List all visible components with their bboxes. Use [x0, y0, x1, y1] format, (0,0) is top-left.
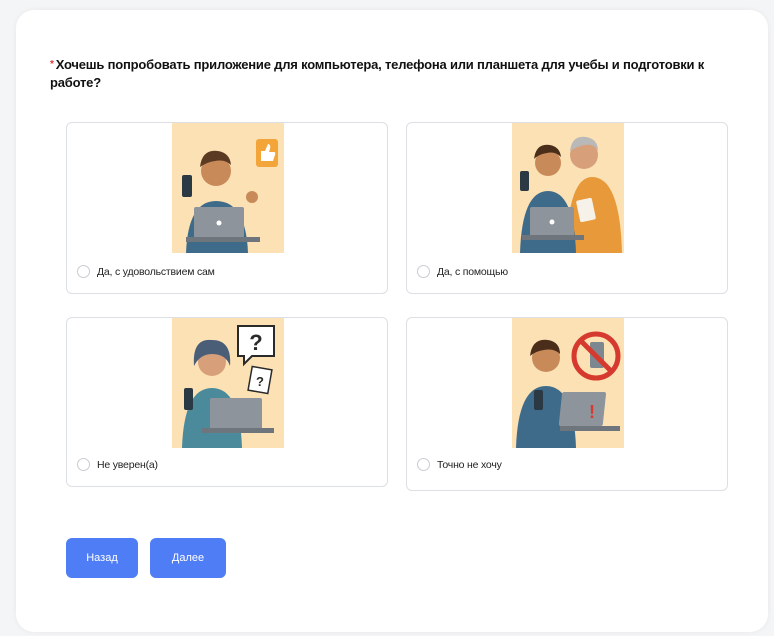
radio-button[interactable] [77, 458, 90, 471]
option-label: Да, с удовольствием сам [97, 265, 215, 278]
option-row-4[interactable]: Точно не хочу [417, 458, 502, 471]
option-row-2[interactable]: Да, с помощью [417, 265, 508, 278]
svg-text:!: ! [589, 402, 595, 422]
option-card-4[interactable]: ! Точно не хочу [406, 317, 728, 491]
radio-button[interactable] [417, 458, 430, 471]
option-card-1[interactable]: Да, с удовольствием сам [66, 122, 388, 294]
back-button[interactable]: Назад [66, 538, 138, 578]
no-phone-person-laptop-icon: ! [512, 318, 624, 448]
person-with-helper-laptop-icon [512, 123, 624, 253]
option-row-1[interactable]: Да, с удовольствием сам [77, 265, 215, 278]
svg-text:?: ? [249, 330, 262, 355]
radio-button[interactable] [77, 265, 90, 278]
required-marker: * [50, 59, 54, 70]
question-text: * Хочешь попробовать приложение для компь… [50, 56, 730, 92]
option-card-2[interactable]: Да, с помощью [406, 122, 728, 294]
svg-text:?: ? [256, 374, 264, 389]
radio-button[interactable] [417, 265, 430, 278]
option-label: Не уверен(а) [97, 458, 158, 471]
question-label: Хочешь попробовать приложение для компью… [50, 57, 705, 90]
thumbs-up-person-laptop-icon [172, 123, 284, 253]
question-person-laptop-icon: ? ? [172, 318, 284, 448]
option-card-3[interactable]: ? ? Не уверен(а) [66, 317, 388, 487]
option-row-3[interactable]: Не уверен(а) [77, 458, 158, 471]
option-label: Да, с помощью [437, 265, 508, 278]
next-button[interactable]: Далее [150, 538, 226, 578]
option-label: Точно не хочу [437, 458, 502, 471]
